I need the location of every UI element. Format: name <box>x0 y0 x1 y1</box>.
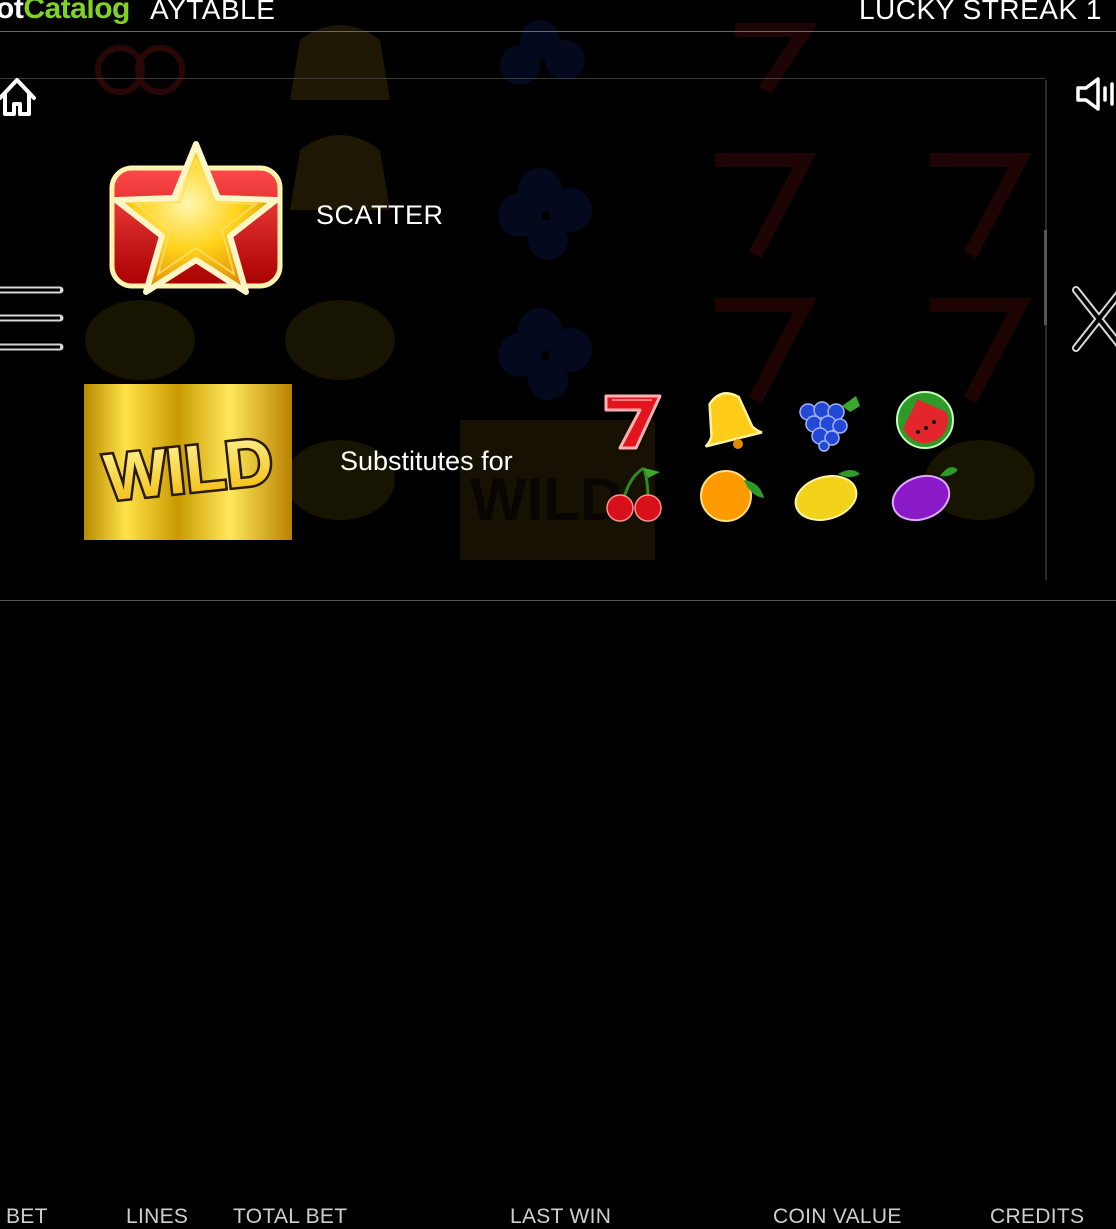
lemon-symbol <box>794 470 860 521</box>
game-title: LUCKY STREAK 1 <box>858 0 1102 25</box>
footer-bar: BET LINES TOTAL BET LAST WIN COIN VALUE … <box>0 600 1116 1228</box>
substitutes-label: Substitutes for <box>340 446 513 476</box>
scatter-label: SCATTER <box>316 200 444 230</box>
cherries-symbol <box>606 466 662 522</box>
footer-last-win-label: LAST WIN <box>510 1205 612 1228</box>
wild-symbol: WILD <box>84 384 292 540</box>
grapes-symbol <box>799 396 860 452</box>
footer-bet-label: BET <box>6 1205 48 1228</box>
hamburger-menu-icon[interactable] <box>0 280 66 358</box>
close-icon[interactable] <box>1070 284 1116 354</box>
scatter-star-symbol <box>109 141 283 295</box>
speaker-icon[interactable] <box>1074 76 1116 112</box>
site-logo: otCatalog <box>0 0 130 25</box>
footer-coin-value-label: COIN VALUE <box>773 1205 902 1228</box>
footer-lines-label: LINES <box>126 1205 189 1228</box>
watermelon-symbol <box>896 391 954 449</box>
home-icon[interactable] <box>0 74 38 120</box>
orange-symbol <box>700 470 764 522</box>
paytable-title: AYTABLE <box>150 0 276 25</box>
header-bar: otCatalog AYTABLE LUCKY STREAK 1 <box>0 0 1116 32</box>
toolbar-divider <box>0 78 1046 79</box>
bell-symbol <box>704 392 763 449</box>
header-divider <box>0 31 1116 32</box>
scroll-thumb[interactable] <box>1044 230 1047 325</box>
plum-symbol <box>891 467 958 522</box>
seven-symbol <box>604 394 662 450</box>
footer-credits-label: CREDITS <box>990 1205 1085 1228</box>
footer-total-bet-label: TOTAL BET <box>233 1205 348 1228</box>
scroll-track <box>1045 80 1047 580</box>
